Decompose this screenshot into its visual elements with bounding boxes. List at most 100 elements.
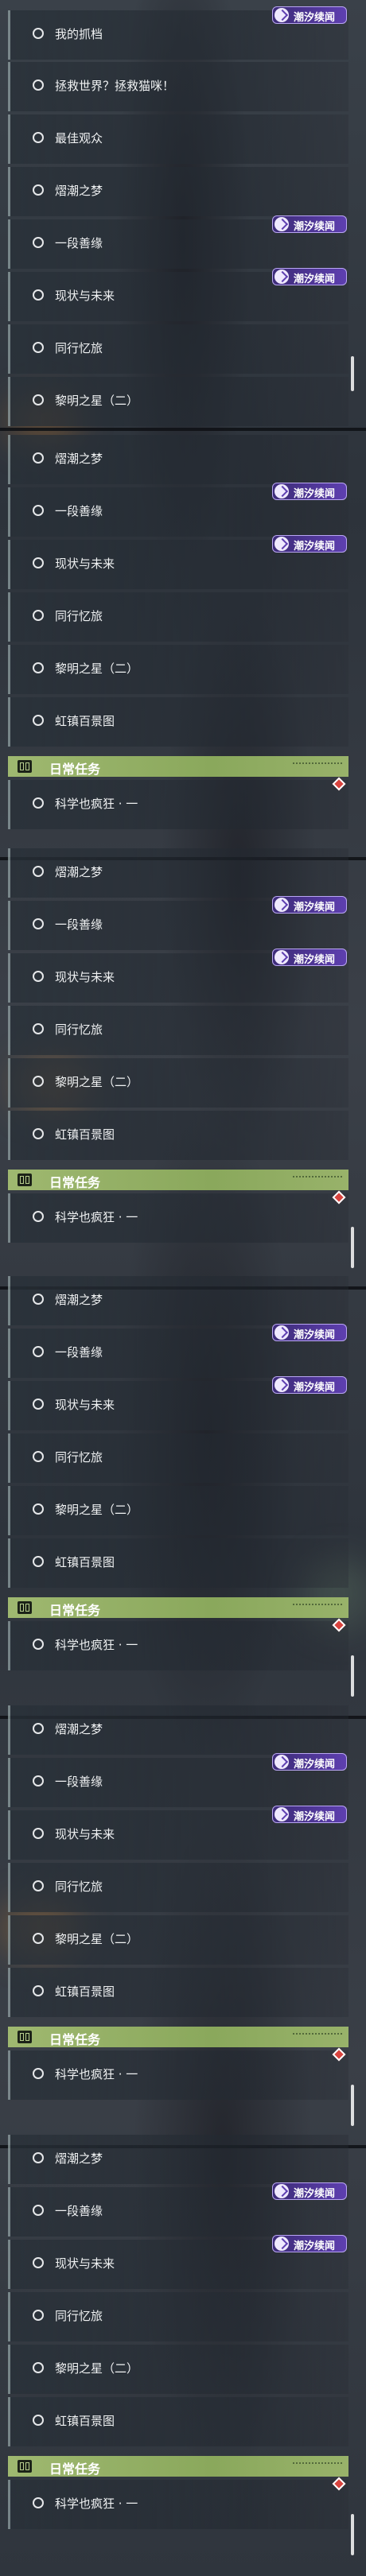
tide-story-badge: 潮汐续闻	[272, 268, 347, 285]
quest-item[interactable]: 虹镇百景图	[8, 1111, 348, 1160]
quest-status-circle-icon	[33, 557, 44, 568]
scrollbar-thumb[interactable]	[351, 356, 354, 391]
tide-story-badge: 潮汐续闻	[272, 2235, 347, 2252]
quest-item[interactable]: 黎明之星（二）	[8, 1915, 348, 1965]
quest-item-label: 科学也疯狂 · 一	[55, 1210, 138, 1224]
quest-item[interactable]: 最佳观众	[8, 114, 348, 164]
quest-item[interactable]: 熠潮之梦	[8, 1276, 348, 1325]
quest-item-label: 虹镇百景图	[55, 1555, 115, 1569]
quest-status-circle-icon	[33, 2362, 44, 2373]
quest-item[interactable]: 熠潮之梦	[8, 2135, 348, 2184]
quest-item-label: 熠潮之梦	[55, 2151, 103, 2166]
quest-item[interactable]: 虹镇百景图	[8, 1538, 348, 1588]
scrollbar-thumb[interactable]	[351, 1655, 354, 1697]
daily-tasks-header[interactable]: 日常任务	[8, 1170, 348, 1190]
quest-status-circle-icon	[33, 28, 44, 39]
badge-label: 潮汐续闻	[294, 541, 336, 553]
quest-item-label: 一段善缘	[55, 1775, 103, 1789]
quest-item[interactable]: 黎明之星（二）	[8, 2345, 348, 2394]
scrollbar-thumb[interactable]	[351, 2085, 354, 2126]
tide-story-badge: 潮汐续闻	[272, 6, 347, 24]
badge-check-icon	[274, 484, 289, 499]
quest-item[interactable]: 虹镇百景图	[8, 2397, 348, 2446]
quest-status-circle-icon	[33, 1503, 44, 1515]
badge-check-icon	[274, 217, 289, 231]
quest-status-circle-icon	[33, 1451, 44, 1462]
quest-item[interactable]: 黎明之星（二）	[8, 1058, 348, 1108]
daily-tasks-header[interactable]: 日常任务	[8, 1597, 348, 1618]
badge-check-icon	[274, 537, 289, 551]
daily-tasks-header[interactable]: 日常任务	[8, 756, 348, 777]
quest-status-circle-icon	[33, 1128, 44, 1139]
quest-item-label: 一段善缘	[55, 504, 103, 518]
quest-item[interactable]: 黎明之星（二）	[8, 377, 348, 426]
quest-item-label: 最佳观众	[55, 131, 103, 145]
quest-item-label: 一段善缘	[55, 918, 103, 932]
quest-status-circle-icon	[33, 184, 44, 196]
quest-item-label: 虹镇百景图	[55, 714, 115, 728]
quest-status-circle-icon	[33, 2310, 44, 2321]
decorative-dots	[293, 1604, 342, 1612]
badge-check-icon	[274, 1807, 289, 1821]
daily-tasks-header[interactable]: 日常任务	[8, 2456, 348, 2477]
quest-item-label: 熠潮之梦	[55, 452, 103, 466]
daily-quest-item[interactable]: 科学也疯狂 · 一	[8, 2050, 348, 2100]
tide-story-badge: 潮汐续闻	[272, 949, 347, 966]
scrollbar-thumb[interactable]	[351, 2514, 354, 2555]
tide-story-badge: 潮汐续闻	[272, 1806, 347, 1823]
badge-check-icon	[274, 2184, 289, 2198]
quest-status-circle-icon	[33, 342, 44, 353]
decorative-dots	[293, 2462, 342, 2470]
quest-item-label: 黎明之星（二）	[55, 661, 139, 676]
quest-item-label: 科学也疯狂 · 一	[55, 1638, 138, 1652]
quest-item[interactable]: 虹镇百景图	[8, 697, 348, 747]
quest-item-label: 现状与未来	[55, 2256, 115, 2271]
quest-item[interactable]: 熠潮之梦	[8, 167, 348, 216]
badge-label: 潮汐续闻	[294, 1811, 336, 1823]
quest-item-label: 一段善缘	[55, 2204, 103, 2218]
quest-item-label: 熠潮之梦	[55, 1722, 103, 1736]
tide-story-badge: 潮汐续闻	[272, 1753, 347, 1771]
quest-status-circle-icon	[33, 1023, 44, 1034]
daily-tasks-title: 日常任务	[49, 2032, 101, 2047]
quest-item-label: 黎明之星（二）	[55, 1932, 139, 1946]
quest-status-circle-icon	[33, 918, 44, 929]
quest-item[interactable]: 同行忆旅	[8, 1433, 348, 1483]
quest-item-label: 黎明之星（二）	[55, 1075, 139, 1089]
quest-status-circle-icon	[33, 610, 44, 621]
quest-item[interactable]: 同行忆旅	[8, 592, 348, 642]
quest-item[interactable]: 黎明之星（二）	[8, 1486, 348, 1535]
daily-tasks-title: 日常任务	[49, 2462, 101, 2477]
quest-item[interactable]: 同行忆旅	[8, 1006, 348, 1055]
quest-item-label: 虹镇百景图	[55, 2414, 115, 2428]
quest-item[interactable]: 黎明之星（二）	[8, 645, 348, 694]
quest-status-circle-icon	[33, 2415, 44, 2426]
badge-check-icon	[274, 270, 289, 284]
quest-item-label: 现状与未来	[55, 970, 115, 984]
quest-item[interactable]: 同行忆旅	[8, 2292, 348, 2341]
book-icon	[18, 760, 32, 773]
quest-item[interactable]: 熠潮之梦	[8, 1705, 348, 1755]
daily-quest-item[interactable]: 科学也疯狂 · 一	[8, 1621, 348, 1670]
daily-quest-item[interactable]: 科学也疯狂 · 一	[8, 780, 348, 829]
quest-item[interactable]: 同行忆旅	[8, 1863, 348, 1912]
quest-item[interactable]: 拯救世界？拯救猫咪！	[8, 62, 348, 111]
quest-status-circle-icon	[33, 1399, 44, 1410]
daily-tasks-header[interactable]: 日常任务	[8, 2027, 348, 2047]
quest-item-label: 黎明之星（二）	[55, 394, 139, 408]
daily-quest-item[interactable]: 科学也疯狂 · 一	[8, 2480, 348, 2529]
quest-item[interactable]: 虹镇百景图	[8, 1968, 348, 2017]
quest-item[interactable]: 同行忆旅	[8, 324, 348, 374]
quest-status-circle-icon	[33, 2068, 44, 2079]
daily-quest-item[interactable]: 科学也疯狂 · 一	[8, 1193, 348, 1243]
badge-check-icon	[274, 950, 289, 964]
quest-status-circle-icon	[33, 662, 44, 673]
quest-status-circle-icon	[33, 1346, 44, 1357]
tide-story-badge: 潮汐续闻	[272, 215, 347, 233]
scrollbar-thumb[interactable]	[351, 1227, 354, 1268]
quest-status-circle-icon	[33, 2152, 44, 2163]
quest-item[interactable]: 熠潮之梦	[8, 435, 348, 484]
badge-label: 潮汐续闻	[294, 2188, 336, 2200]
quest-item[interactable]: 熠潮之梦	[8, 848, 348, 898]
daily-tasks-title: 日常任务	[49, 762, 101, 777]
